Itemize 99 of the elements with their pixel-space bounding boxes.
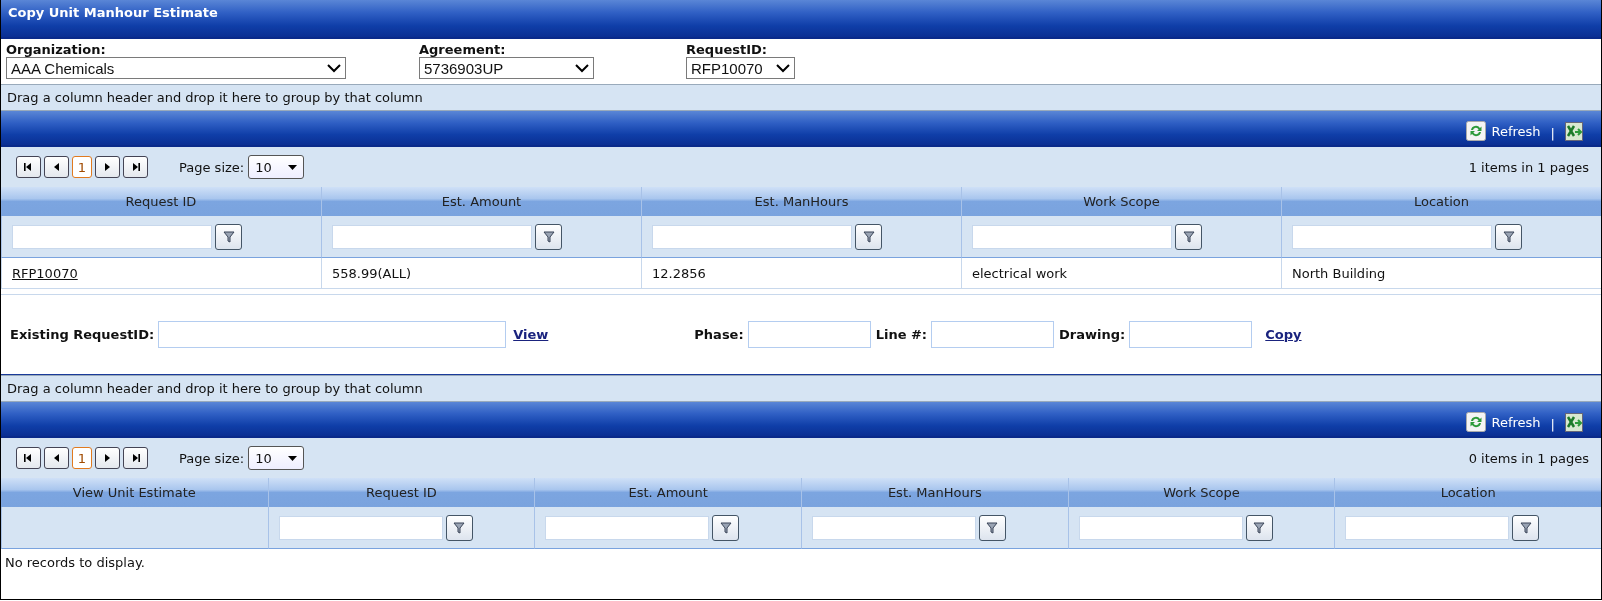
refresh-icon <box>1465 121 1486 141</box>
filter-button[interactable] <box>712 514 740 541</box>
refresh-button[interactable]: Refresh <box>1465 412 1541 432</box>
page-size-label: Page size: <box>179 159 245 175</box>
view-link[interactable]: View <box>513 327 549 342</box>
filter-button[interactable] <box>855 223 882 250</box>
column-header[interactable]: Request ID <box>1 187 321 216</box>
text-input[interactable] <box>931 321 1055 348</box>
chevron-icon <box>776 63 790 73</box>
items-count-text: 0 items in 1 pages <box>1468 450 1589 466</box>
toolbar-separator: | <box>1550 417 1555 432</box>
column-header[interactable]: Work Scope <box>1067 478 1335 507</box>
copy-link[interactable]: Copy <box>1265 327 1302 342</box>
request-link[interactable]: RFP10070 <box>12 265 78 281</box>
field-label: Phase: <box>694 327 744 342</box>
column-header[interactable]: Location <box>1334 478 1601 507</box>
items-count-text: 1 items in 1 pages <box>1468 159 1589 175</box>
field-label: Organization: <box>6 42 107 57</box>
table-cell: electrical work <box>961 258 1281 289</box>
column-header[interactable]: Est. Amount <box>321 187 641 216</box>
page-size-select[interactable]: 10 <box>248 155 305 179</box>
first-page-button[interactable] <box>16 156 41 178</box>
field-label: Agreement: <box>419 42 507 57</box>
column-header[interactable]: Est. ManHours <box>641 187 961 216</box>
table-cell: North Building <box>1281 258 1601 289</box>
refresh-icon <box>1465 412 1486 432</box>
column-header[interactable]: Est. ManHours <box>801 478 1068 507</box>
filter-icon <box>453 521 466 534</box>
toolbar-separator: | <box>1550 126 1555 141</box>
field-label: Existing RequestID: <box>10 327 155 342</box>
table-cell: 558.99(ALL) <box>321 258 641 289</box>
chevron-icon <box>327 63 341 73</box>
filter-input[interactable] <box>652 224 852 249</box>
next-page-button[interactable] <box>95 156 120 178</box>
group-by-panel: Drag a column header and drop it here to group by that column <box>1 375 1601 402</box>
dropdown-select[interactable]: AAA Chemicals <box>6 57 346 79</box>
column-header[interactable]: Location <box>1281 187 1601 216</box>
text-input[interactable] <box>747 321 871 348</box>
filter-button[interactable] <box>1495 223 1522 250</box>
filter-icon <box>719 521 732 534</box>
filter-input[interactable] <box>332 224 532 249</box>
dropdown-select[interactable]: RFP10070 <box>686 57 795 79</box>
filter-input[interactable] <box>1345 515 1510 540</box>
filter-icon <box>1519 521 1532 534</box>
column-header[interactable]: Est. Amount <box>534 478 801 507</box>
refresh-button[interactable]: Refresh <box>1465 121 1541 141</box>
column-header[interactable]: View Unit Estimate <box>1 478 268 507</box>
last-page-button[interactable] <box>123 447 148 469</box>
filter-icon <box>1182 230 1195 243</box>
group-by-panel: Drag a column header and drop it here to group by that column <box>1 84 1601 111</box>
filter-button[interactable] <box>979 514 1006 541</box>
last-page-icon <box>130 453 141 463</box>
chevron-icon <box>575 63 589 73</box>
filter-icon <box>222 230 235 243</box>
spreadsheet-export-icon[interactable] <box>1565 413 1583 432</box>
next-page-button[interactable] <box>95 447 120 469</box>
spreadsheet-export-icon[interactable] <box>1565 122 1583 141</box>
page-number-button[interactable]: 1 <box>72 156 92 178</box>
empty-message: No records to display. <box>4 554 146 572</box>
filter-input[interactable] <box>545 515 710 540</box>
window-title: Copy Unit Manhour Estimate <box>1 0 1601 39</box>
filter-button[interactable] <box>535 223 562 250</box>
filter-input[interactable] <box>812 515 976 540</box>
filter-icon <box>986 521 999 534</box>
field-label: Line #: <box>875 327 928 342</box>
dropdown-select[interactable]: 5736903UP <box>419 57 594 79</box>
page-size-label: Page size: <box>179 450 245 466</box>
filter-icon <box>1502 230 1515 243</box>
dropdown-arrow-icon <box>288 455 298 461</box>
dropdown-arrow-icon <box>288 164 298 170</box>
column-header[interactable]: Request ID <box>267 478 535 507</box>
existing-request-input[interactable] <box>158 321 507 348</box>
filter-button[interactable] <box>1175 223 1202 250</box>
filter-button[interactable] <box>1245 514 1273 541</box>
field-label: Drawing: <box>1059 327 1126 342</box>
filter-button[interactable] <box>1512 514 1540 541</box>
filter-input[interactable] <box>278 515 443 540</box>
first-page-button[interactable] <box>16 447 41 469</box>
filter-input[interactable] <box>12 224 212 249</box>
filter-icon <box>1253 521 1266 534</box>
filter-input[interactable] <box>1292 224 1492 249</box>
previous-page-button[interactable] <box>44 447 69 469</box>
page-size-select[interactable]: 10 <box>248 446 305 470</box>
last-page-button[interactable] <box>123 156 148 178</box>
filter-icon <box>862 230 875 243</box>
text-input[interactable] <box>1129 321 1253 348</box>
field-label: RequestID: <box>686 42 768 57</box>
filter-button[interactable] <box>445 514 473 541</box>
filter-button[interactable] <box>215 223 242 250</box>
page-number-button[interactable]: 1 <box>72 447 92 469</box>
filter-icon <box>542 230 555 243</box>
first-page-icon <box>23 453 34 463</box>
last-page-icon <box>130 162 141 172</box>
previous-page-button[interactable] <box>44 156 69 178</box>
table-cell: 12.2856 <box>641 258 961 289</box>
filter-input[interactable] <box>1078 515 1243 540</box>
filter-input[interactable] <box>972 224 1172 249</box>
column-header[interactable]: Work Scope <box>961 187 1281 216</box>
first-page-icon <box>23 162 34 172</box>
